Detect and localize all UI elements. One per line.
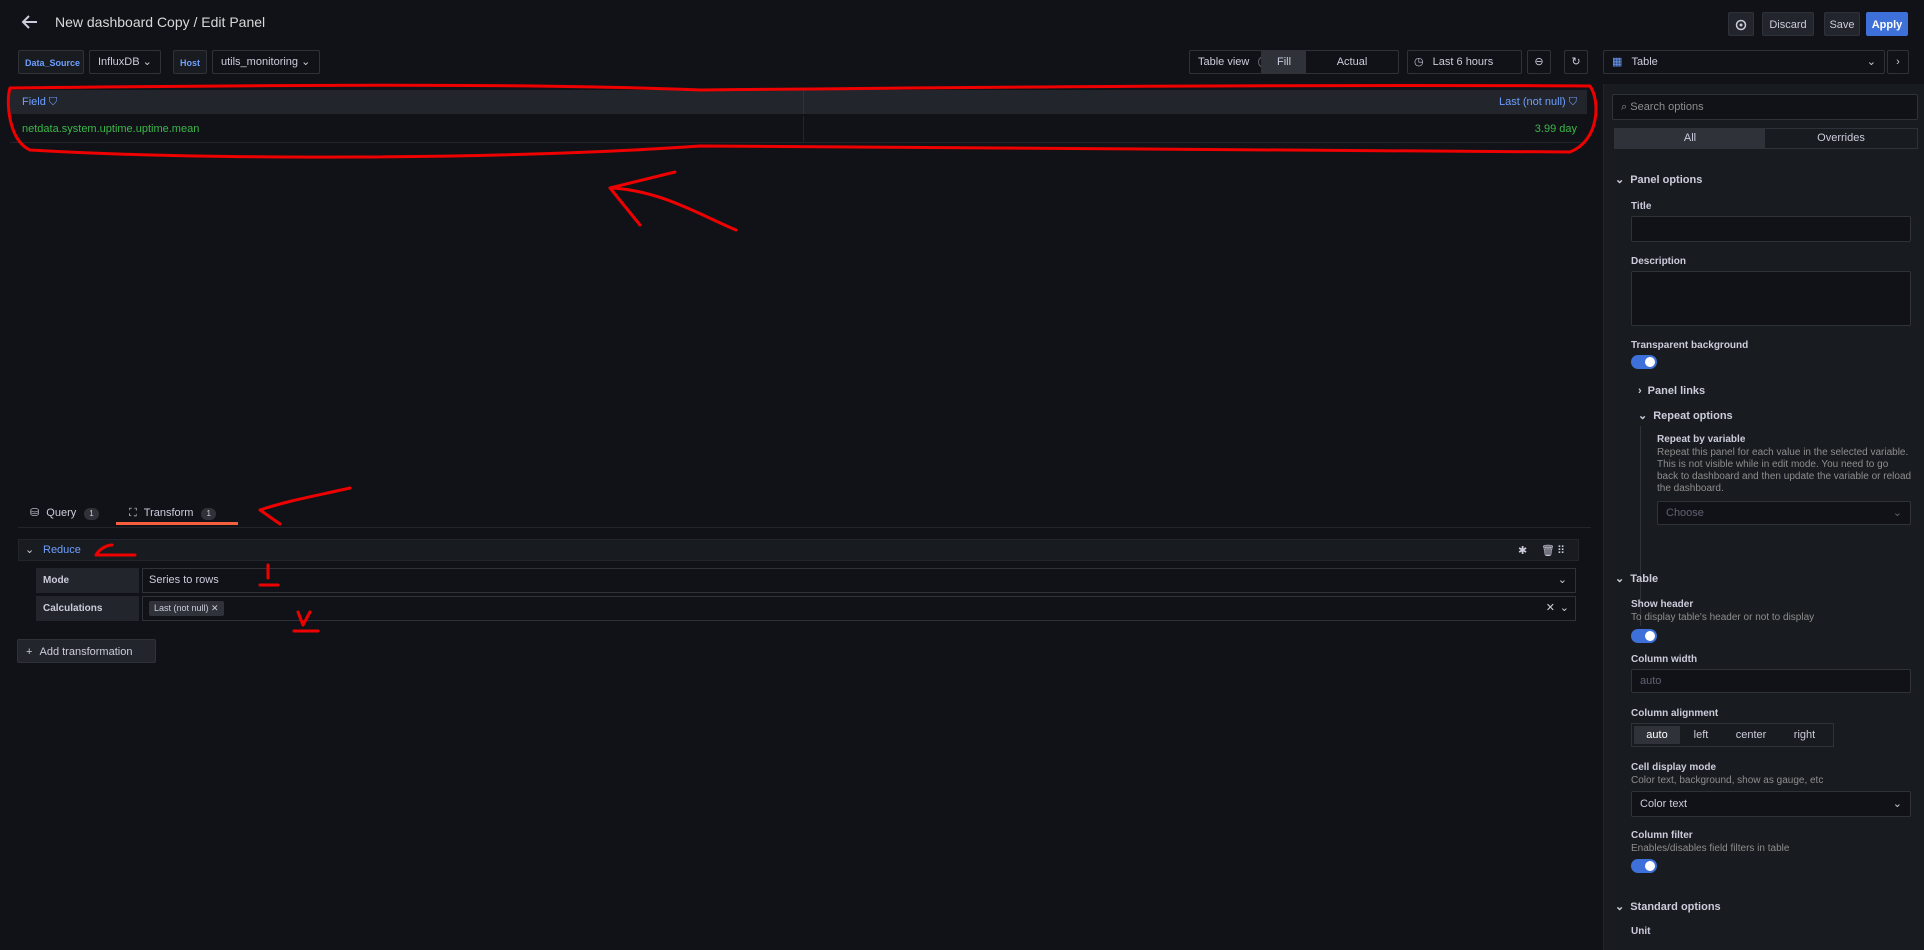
red-outline-annotation xyxy=(6,83,1598,159)
red-mark-annotation xyxy=(258,563,280,587)
red-annotations xyxy=(6,83,1598,633)
red-mark-annotation xyxy=(292,610,320,633)
red-arrow-annotation xyxy=(608,170,738,232)
red-arrow-annotation xyxy=(258,486,352,526)
red-mark-annotation xyxy=(94,543,137,557)
